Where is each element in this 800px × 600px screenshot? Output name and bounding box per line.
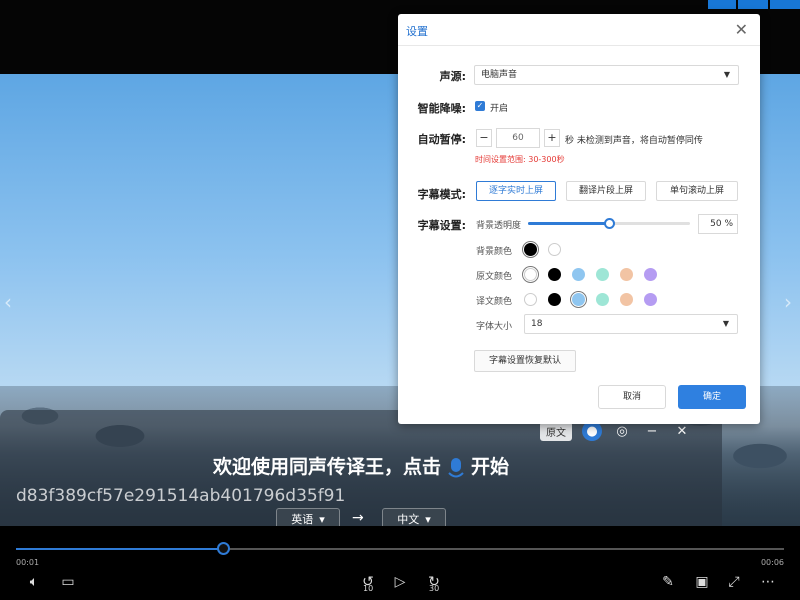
reset-subtitle-settings-button[interactable]: 字幕设置恢复默认 xyxy=(474,350,576,372)
chevron-left-icon[interactable]: ‹ xyxy=(4,290,12,314)
window-button-maximize[interactable] xyxy=(738,0,768,9)
opacity-input[interactable]: 50 % xyxy=(698,214,738,234)
auto-pause-label: 自动暂停: xyxy=(417,133,466,146)
font-size-value: 18 xyxy=(531,319,543,329)
trans-color-swatch-teal[interactable] xyxy=(596,293,609,306)
trans-color-label: 译文颜色 xyxy=(476,297,513,307)
chevron-right-icon[interactable]: › xyxy=(784,290,792,314)
audio-source-label: 声源: xyxy=(439,70,466,83)
opacity-slider-fill xyxy=(528,222,609,225)
noise-label: 智能降噪: xyxy=(417,102,466,115)
mode-button-segment[interactable]: 翻译片段上屏 xyxy=(566,181,646,201)
window-button-close[interactable] xyxy=(770,0,800,9)
more-icon[interactable]: ⋯ xyxy=(758,574,778,594)
orig-color-swatch-peach[interactable] xyxy=(620,268,633,281)
pen-icon[interactable]: ✎ xyxy=(658,574,678,594)
mode-button-sentence[interactable]: 单句滚动上屏 xyxy=(656,181,738,201)
pause-range-hint: 时间设置范围: 30-300秒 xyxy=(475,155,565,164)
time-current: 00:01 xyxy=(16,558,40,567)
trans-color-swatch-blue[interactable] xyxy=(572,293,585,306)
orig-color-swatch-black[interactable] xyxy=(548,268,561,281)
pause-seconds-input[interactable]: 60 xyxy=(496,128,540,148)
caption-text-after: 开始 xyxy=(471,456,510,478)
noise-checkbox[interactable]: ✓ xyxy=(475,101,485,111)
pause-increment-button[interactable]: + xyxy=(544,129,560,147)
microphone-icon[interactable] xyxy=(447,457,465,479)
original-text-toggle[interactable]: 原文 xyxy=(540,421,572,441)
confirm-button[interactable]: 确定 xyxy=(678,385,746,409)
window-button-minimize[interactable] xyxy=(708,0,736,9)
caption-text-before: 欢迎使用同声传译王，点击 xyxy=(212,456,441,478)
settings-icon[interactable]: ◎ xyxy=(612,421,632,441)
orig-color-swatch-teal[interactable] xyxy=(596,268,609,281)
rewind-button[interactable]: ↺ 10 xyxy=(358,574,378,594)
pause-description: 秒 未检测到声音，将自动暂停同传 xyxy=(565,136,703,146)
font-size-select[interactable]: 18 ▼ xyxy=(524,314,738,334)
caret-down-icon: ▾ xyxy=(425,512,431,526)
noise-option-label: 开启 xyxy=(490,104,509,114)
volume-icon[interactable]: 🔈︎ xyxy=(24,574,44,594)
target-language-label: 中文 xyxy=(397,513,420,526)
arrow-right-icon: → xyxy=(352,510,364,526)
source-language-label: 英语 xyxy=(291,513,314,526)
caret-down-icon: ▼ xyxy=(722,319,729,328)
mode-button-word[interactable]: 逐字实时上屏 xyxy=(476,181,556,201)
rewind-seconds: 10 xyxy=(363,584,374,593)
subtitle-icon[interactable]: ▭ xyxy=(58,574,78,594)
caption-box-icon[interactable]: ▣ xyxy=(692,574,712,594)
orig-color-swatch-purple[interactable] xyxy=(644,268,657,281)
close-icon[interactable]: ✕ xyxy=(735,20,748,39)
forward-seconds: 30 xyxy=(429,584,440,593)
trans-color-swatch-peach[interactable] xyxy=(620,293,633,306)
audio-source-value: 电脑声音 xyxy=(481,70,518,80)
progress-handle[interactable] xyxy=(217,542,231,555)
subtitle-main-line: 欢迎使用同声传译王，点击 开始 xyxy=(0,452,722,479)
opacity-label: 背景透明度 xyxy=(476,221,522,231)
translate-icon[interactable]: ● xyxy=(582,421,602,441)
minimize-icon[interactable]: − xyxy=(642,421,662,441)
opacity-slider-handle[interactable] xyxy=(604,218,615,229)
trans-color-swatch-white[interactable] xyxy=(524,293,537,306)
caret-down-icon: ▾ xyxy=(319,512,325,526)
play-icon[interactable]: ▷ xyxy=(390,574,410,594)
dialog-title: 设置 xyxy=(406,25,428,38)
orig-color-swatch-blue[interactable] xyxy=(572,268,585,281)
bg-color-swatch-black[interactable] xyxy=(524,243,537,256)
cancel-button[interactable]: 取消 xyxy=(598,385,666,409)
bg-color-swatch-white[interactable] xyxy=(548,243,561,256)
subtitle-translation-line: d83f389cf57e291514ab401796d35f91 xyxy=(16,486,346,506)
trans-color-swatch-purple[interactable] xyxy=(644,293,657,306)
opacity-slider[interactable] xyxy=(528,218,690,229)
dialog-divider xyxy=(398,45,760,46)
orig-color-swatch-white[interactable] xyxy=(524,268,537,281)
opacity-value: 50 xyxy=(710,219,722,229)
time-total: 00:06 xyxy=(760,558,784,567)
fullscreen-icon[interactable]: ⤢ xyxy=(724,574,744,594)
caret-down-icon: ▼ xyxy=(723,70,730,79)
pause-decrement-button[interactable]: − xyxy=(476,129,492,147)
progress-fill xyxy=(16,548,224,550)
bg-color-label: 背景颜色 xyxy=(476,247,513,257)
progress-bar[interactable] xyxy=(16,542,784,555)
player-controls: 00:01 00:06 🔈︎ ▭ ↺ 10 ▷ ↻ 30 ✎ ▣ ⤢ ⋯ xyxy=(0,526,800,600)
forward-button[interactable]: ↻ 30 xyxy=(424,574,444,594)
subtitle-settings-label: 字幕设置: xyxy=(417,219,466,232)
close-icon[interactable]: ✕ xyxy=(672,421,692,441)
opacity-unit: % xyxy=(724,219,733,229)
subtitle-mode-label: 字幕模式: xyxy=(417,188,466,201)
audio-source-select[interactable]: 电脑声音 ▼ xyxy=(474,65,739,85)
trans-color-swatch-black[interactable] xyxy=(548,293,561,306)
font-size-label: 字体大小 xyxy=(476,322,513,332)
orig-color-label: 原文颜色 xyxy=(476,272,513,282)
